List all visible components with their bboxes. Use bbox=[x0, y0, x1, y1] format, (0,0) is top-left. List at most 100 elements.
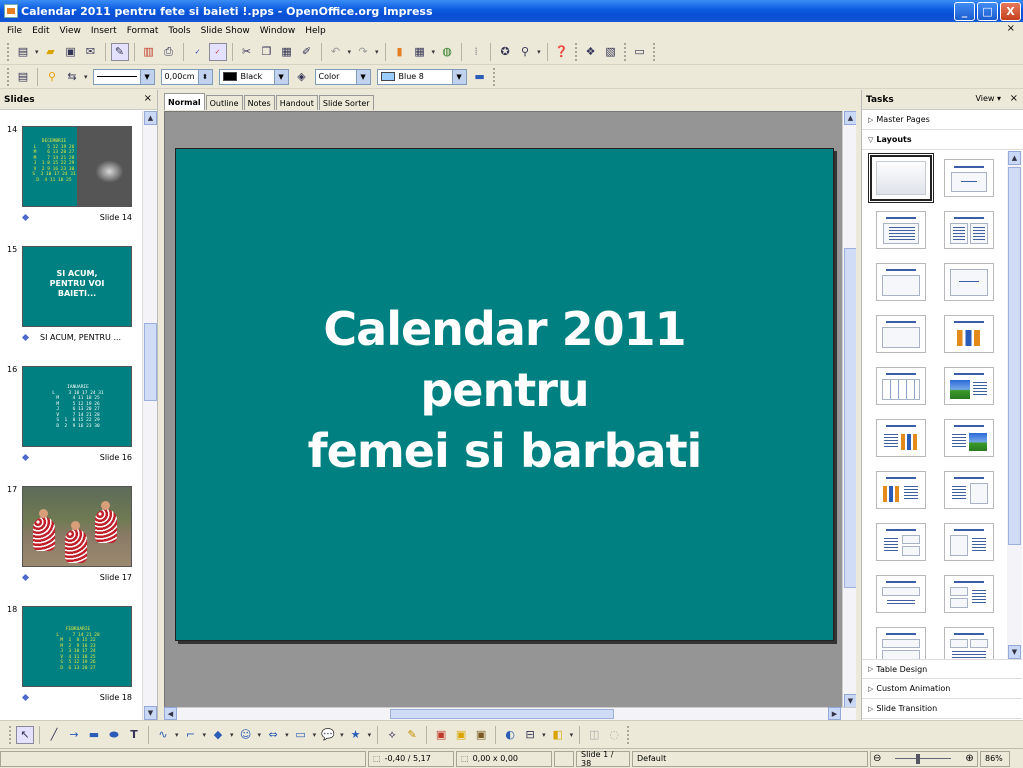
menu-insert[interactable]: Insert bbox=[86, 26, 122, 36]
slides-pane-close-icon[interactable]: × bbox=[144, 93, 152, 104]
left-pane-splitter[interactable] bbox=[158, 111, 163, 720]
glue-points-icon[interactable]: ✎ bbox=[403, 726, 421, 744]
line-color-select[interactable]: Black ▼ bbox=[218, 68, 289, 85]
slide-vertical-scrollbar[interactable]: ▲ ▼ bbox=[842, 111, 857, 708]
slide-preview[interactable]: DECEMBRIE L 5 12 19 26 M 6 13 20 27 M 7 … bbox=[22, 126, 132, 207]
layouts-scrollbar[interactable]: ▲ ▼ bbox=[1007, 151, 1022, 659]
styles-formatting-icon[interactable]: ▤ bbox=[14, 68, 32, 86]
cut-icon[interactable]: ✂ bbox=[238, 43, 256, 61]
grid-icon[interactable]: ⁞ bbox=[467, 43, 485, 61]
layout-title-only-centered[interactable] bbox=[944, 159, 994, 197]
stars-icon[interactable]: ★ bbox=[347, 726, 365, 744]
rectangle-icon[interactable]: ▬ bbox=[85, 726, 103, 744]
zoom-dropdown-icon[interactable]: ▾ bbox=[537, 48, 541, 56]
layout-title-text-chart[interactable] bbox=[876, 419, 926, 457]
chevron-down-icon[interactable]: ▼ bbox=[139, 69, 154, 84]
layout-title-2-content-text[interactable] bbox=[944, 523, 994, 561]
arrow-style-icon[interactable]: ⇆ bbox=[63, 68, 81, 86]
slide-preview[interactable] bbox=[22, 486, 132, 567]
chart-icon[interactable]: ▮ bbox=[391, 43, 409, 61]
close-button[interactable]: X bbox=[1000, 1, 1021, 21]
toggle-3d-icon[interactable]: ◌ bbox=[605, 726, 623, 744]
from-file-icon[interactable]: ▣ bbox=[452, 726, 470, 744]
layout-title-text-2-content[interactable] bbox=[876, 523, 926, 561]
slide-preview[interactable]: IANUARIE L 3 10 17 24 31 M 4 11 18 25 M … bbox=[22, 366, 132, 447]
symbol-shapes-dropdown-icon[interactable]: ▾ bbox=[258, 731, 262, 739]
shadow-icon[interactable]: ▬ bbox=[471, 68, 489, 86]
maximize-button[interactable]: □ bbox=[977, 1, 998, 21]
block-arrows-dropdown-icon[interactable]: ▾ bbox=[285, 731, 289, 739]
paste-icon[interactable]: ▦ bbox=[278, 43, 296, 61]
current-slide[interactable]: Calendar 2011 pentru femei si barbati bbox=[175, 148, 834, 641]
flowchart-icon[interactable]: ▭ bbox=[292, 726, 310, 744]
redo-icon[interactable]: ↷ bbox=[354, 43, 372, 61]
zoom-out-icon[interactable]: ⊖ bbox=[873, 753, 881, 764]
menu-help[interactable]: Help bbox=[300, 26, 331, 36]
scroll-left-icon[interactable]: ◀ bbox=[164, 707, 177, 720]
impress-app-icon[interactable] bbox=[4, 4, 18, 18]
clone-formatting-icon[interactable]: ✐ bbox=[298, 43, 316, 61]
section-custom-animation[interactable]: ▷ Custom Animation bbox=[862, 679, 1022, 699]
slide-preview[interactable]: SI ACUM, PENTRU VOI BAIETI... bbox=[22, 246, 132, 327]
copy-icon[interactable]: ❐ bbox=[258, 43, 276, 61]
tab-handout[interactable]: Handout bbox=[275, 95, 318, 110]
zoom-icon[interactable]: ⚲ bbox=[516, 43, 534, 61]
table-icon[interactable]: ▦ bbox=[411, 43, 429, 61]
section-table-design[interactable]: ▷ Table Design bbox=[862, 659, 1022, 679]
layout-title-content-over-content[interactable] bbox=[876, 575, 926, 613]
scrollbar-thumb[interactable] bbox=[1008, 167, 1021, 545]
layout-title-text-clipart[interactable] bbox=[944, 419, 994, 457]
line-icon[interactable]: ⚲ bbox=[43, 68, 61, 86]
section-layouts[interactable]: ▽ Layouts bbox=[862, 130, 1023, 150]
master-page-indicator[interactable]: Default bbox=[632, 750, 868, 767]
section-master-pages[interactable]: ▷ Master Pages bbox=[862, 110, 1023, 130]
navigator-icon[interactable]: ✪ bbox=[496, 43, 514, 61]
arrow-style-dropdown-icon[interactable]: ▾ bbox=[84, 73, 88, 81]
layout-title-2-content-over-content[interactable] bbox=[944, 575, 994, 613]
show-draw-functions-icon[interactable]: ❖ bbox=[582, 43, 600, 61]
select-pointer-icon[interactable]: ↖ bbox=[16, 725, 34, 744]
table-dropdown-icon[interactable]: ▾ bbox=[432, 48, 436, 56]
flowchart-dropdown-icon[interactable]: ▾ bbox=[313, 731, 317, 739]
layout-title-clipart[interactable] bbox=[944, 367, 994, 405]
arrange-dropdown-icon[interactable]: ▾ bbox=[570, 731, 574, 739]
chevron-down-icon[interactable]: ▼ bbox=[451, 69, 466, 84]
menu-format[interactable]: Format bbox=[122, 26, 164, 36]
menu-tools[interactable]: Tools bbox=[163, 26, 195, 36]
zoom-thumb[interactable] bbox=[916, 753, 921, 764]
toolbar-grip[interactable] bbox=[574, 42, 578, 61]
scroll-right-icon[interactable]: ▶ bbox=[828, 707, 841, 720]
export-pdf-icon[interactable]: ▥ bbox=[140, 43, 158, 61]
slide-horizontal-scrollbar[interactable]: ◀ ▶ bbox=[164, 707, 857, 720]
tab-outline[interactable]: Outline bbox=[205, 95, 243, 110]
toolbar-grip[interactable] bbox=[7, 67, 10, 86]
connector-dropdown-icon[interactable]: ▾ bbox=[203, 731, 207, 739]
layout-blank[interactable] bbox=[868, 153, 934, 203]
alignment-dropdown-icon[interactable]: ▾ bbox=[542, 731, 546, 739]
toolbar-grip[interactable] bbox=[492, 67, 496, 86]
arrow-line-icon[interactable]: → bbox=[65, 726, 83, 744]
area-color-select[interactable]: Blue 8 ▼ bbox=[376, 68, 467, 85]
basic-shapes-icon[interactable]: ◆ bbox=[209, 726, 227, 744]
alignment-icon[interactable]: ⊟ bbox=[521, 726, 539, 744]
menu-slide-show[interactable]: Slide Show bbox=[196, 26, 255, 36]
points-icon[interactable]: ⟡ bbox=[383, 726, 401, 744]
menu-file[interactable]: File bbox=[2, 26, 27, 36]
zoom-slider[interactable]: ⊖ ⊕ bbox=[870, 750, 978, 767]
modified-indicator[interactable] bbox=[554, 750, 574, 767]
layout-title-chart[interactable] bbox=[944, 315, 994, 353]
document-close-button[interactable]: × bbox=[1007, 23, 1015, 34]
chevron-down-icon[interactable]: ▼ bbox=[355, 69, 370, 84]
menu-window[interactable]: Window bbox=[255, 26, 301, 36]
redo-dropdown-icon[interactable]: ▾ bbox=[375, 48, 379, 56]
layout-title-content[interactable] bbox=[876, 211, 926, 249]
area-style-select[interactable]: Color ▼ bbox=[314, 68, 371, 85]
slide-show-icon[interactable]: ▭ bbox=[631, 43, 649, 61]
connector-icon[interactable]: ⌐ bbox=[182, 726, 200, 744]
toolbar-grip[interactable] bbox=[9, 725, 12, 744]
help-icon[interactable]: ❓ bbox=[553, 43, 571, 61]
area-fill-icon[interactable]: ◈ bbox=[293, 68, 311, 86]
layout-title-table[interactable] bbox=[876, 367, 926, 405]
new-document-icon[interactable]: ▤ bbox=[14, 43, 32, 61]
extrusion-icon[interactable]: ◫ bbox=[585, 726, 603, 744]
